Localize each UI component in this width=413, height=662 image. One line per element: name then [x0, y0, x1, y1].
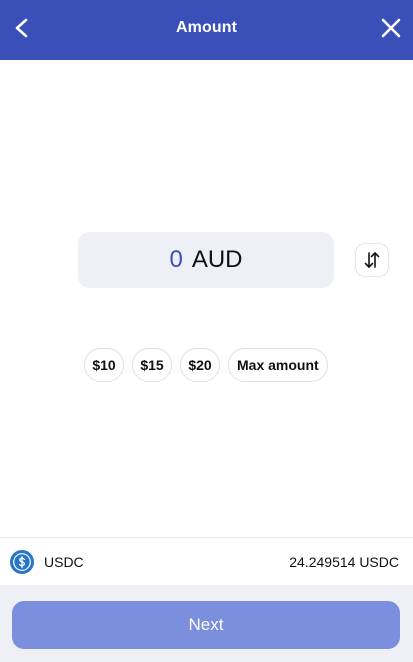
- preset-15-button[interactable]: $15: [132, 348, 172, 382]
- preset-amounts: $10 $15 $20 Max amount: [84, 348, 328, 382]
- preset-10-button[interactable]: $10: [84, 348, 124, 382]
- next-button[interactable]: Next: [12, 601, 400, 649]
- app-root: Amount 0 AUD $10 $15 $20 Max amount USDC…: [0, 0, 413, 662]
- amount-input[interactable]: 0 AUD: [78, 232, 334, 288]
- max-amount-button[interactable]: Max amount: [228, 348, 328, 382]
- swap-vertical-icon: [364, 252, 380, 268]
- amount-value: 0: [169, 246, 183, 273]
- token-balance: 24.249514 USDC: [289, 554, 399, 570]
- token-balance-row: USDC 24.249514 USDC: [0, 537, 413, 585]
- footer: Next: [0, 585, 413, 662]
- preset-20-button[interactable]: $20: [180, 348, 220, 382]
- page-title: Amount: [175, 19, 238, 36]
- amount-currency: AUD: [191, 246, 243, 273]
- header-bar: Amount: [0, 0, 413, 60]
- close-icon: [381, 18, 401, 38]
- close-button[interactable]: [373, 10, 409, 46]
- token-name: USDC: [44, 554, 84, 570]
- usdc-icon: [10, 550, 34, 574]
- swap-currency-button[interactable]: [355, 243, 389, 277]
